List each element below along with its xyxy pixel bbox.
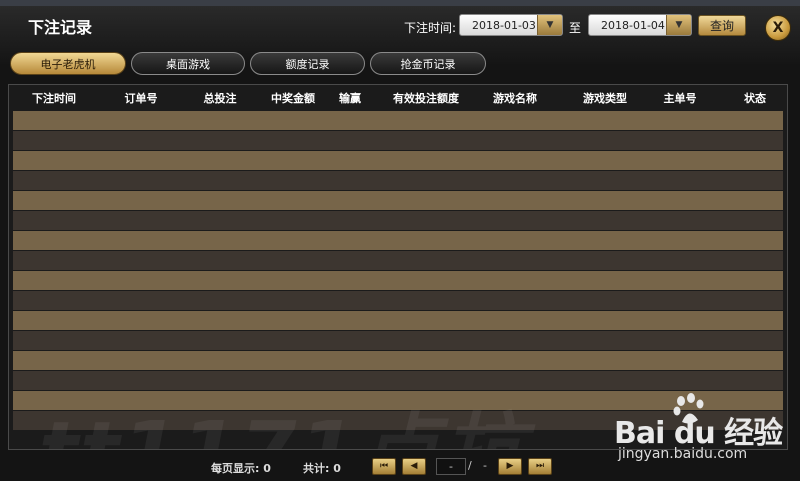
table-row xyxy=(13,111,783,130)
column-header: 输赢 xyxy=(339,92,361,105)
total-count-label: 共计: 0 xyxy=(303,462,341,475)
first-page-button[interactable]: ⏮ xyxy=(372,458,396,475)
tab-coin-records[interactable]: 抢金币记录 xyxy=(370,52,486,75)
table-row xyxy=(13,151,783,170)
date-from-select[interactable]: 2018-01-03 ▼ xyxy=(459,14,563,36)
table-row xyxy=(13,231,783,250)
prev-page-button[interactable]: ◀ xyxy=(402,458,426,475)
table-row xyxy=(13,311,783,330)
tab-slot-machine[interactable]: 电子老虎机 xyxy=(10,52,126,75)
last-page-button[interactable]: ⏭ xyxy=(528,458,552,475)
tab-credit-records[interactable]: 额度记录 xyxy=(250,52,365,75)
tab-table-games[interactable]: 桌面游戏 xyxy=(131,52,245,75)
column-header: 主单号 xyxy=(663,92,697,105)
query-button[interactable]: 查询 xyxy=(698,15,746,36)
page-total: - xyxy=(483,459,487,472)
column-header: 总投注 xyxy=(203,92,237,105)
next-page-icon: ▶ xyxy=(506,461,514,471)
date-from-value: 2018-01-03 xyxy=(472,19,536,32)
table-header: 下注时间 订单号 总投注 中奖金额 输赢 有效投注额度 游戏名称 游戏类型 主单… xyxy=(9,85,787,109)
watermark: tt1171点抗 xyxy=(39,385,526,449)
date-to-select[interactable]: 2018-01-04 ▼ xyxy=(588,14,692,36)
table-row xyxy=(13,291,783,310)
close-button[interactable]: X xyxy=(765,15,791,41)
column-header: 中奖金额 xyxy=(271,92,315,105)
column-header: 游戏名称 xyxy=(493,92,537,105)
column-header: 有效投注额度 xyxy=(393,92,459,105)
first-page-icon: ⏮ xyxy=(379,461,389,471)
chevron-down-icon[interactable]: ▼ xyxy=(666,15,691,35)
table-row xyxy=(13,171,783,190)
table-row xyxy=(13,211,783,230)
chevron-down-icon[interactable]: ▼ xyxy=(537,15,562,35)
per-page-label: 每页显示: 0 xyxy=(211,462,271,475)
column-header: 状态 xyxy=(744,92,766,105)
last-page-icon: ⏭ xyxy=(535,461,545,471)
column-header: 游戏类型 xyxy=(583,92,627,105)
table-row xyxy=(13,251,783,270)
brand-url: jingyan.baidu.com xyxy=(618,446,748,462)
column-header: 订单号 xyxy=(124,92,158,105)
to-label: 至 xyxy=(569,21,582,35)
table-row xyxy=(13,271,783,290)
column-header: 下注时间 xyxy=(32,92,76,105)
title-bar: 下注记录 下注时间: 2018-01-03 ▼ 至 2018-01-04 ▼ 查… xyxy=(0,6,800,46)
table-row xyxy=(13,191,783,210)
table-row xyxy=(13,331,783,350)
next-page-button[interactable]: ▶ xyxy=(498,458,522,475)
date-to-value: 2018-01-04 xyxy=(601,19,665,32)
page-title: 下注记录 xyxy=(28,18,93,37)
table-row xyxy=(13,131,783,150)
table-row xyxy=(13,351,783,370)
baidu-jingyan-logo: Bai du 经验 jingyan.baidu.com xyxy=(612,392,798,478)
page-number-input[interactable]: - xyxy=(436,458,466,475)
date-label: 下注时间: xyxy=(404,21,457,35)
close-icon: X xyxy=(772,20,784,36)
page-separator: / xyxy=(468,459,472,472)
prev-page-icon: ◀ xyxy=(410,461,418,471)
